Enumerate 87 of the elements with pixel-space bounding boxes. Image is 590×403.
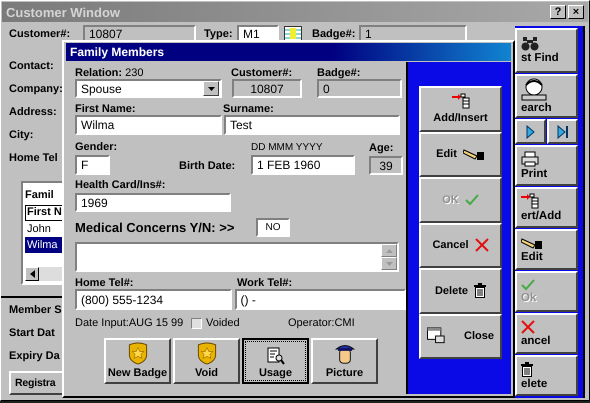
field-label: Health Card/Ins#:	[75, 179, 166, 191]
input-field[interactable]: 1969	[75, 193, 231, 212]
input-field[interactable]: () -	[234, 289, 406, 310]
side-button[interactable]: Delete	[419, 268, 502, 314]
field-label: Company:	[9, 83, 63, 97]
action-button[interactable]: Void	[173, 338, 240, 384]
side-button[interactable]: Cancel	[419, 222, 502, 268]
relation-code: 230	[125, 66, 144, 78]
printer-icon	[521, 151, 539, 168]
dropdown-arrow-icon	[208, 86, 214, 90]
cross-icon	[521, 320, 535, 334]
shield-icon	[128, 342, 148, 365]
field-label: Start Dat	[9, 326, 56, 341]
pencil-icon	[521, 236, 543, 250]
checkbox-label: Voided	[206, 317, 241, 329]
side-button[interactable]: Close	[419, 314, 502, 359]
field-label: Age:	[369, 142, 394, 154]
field-label: Address:	[9, 106, 58, 120]
date-format-hint: DD MMM YYYY	[251, 142, 324, 153]
field-label: First Name:	[75, 102, 137, 114]
skip-end-icon	[556, 124, 568, 139]
input-field[interactable]: Test	[224, 115, 400, 135]
input-field: 0	[317, 79, 402, 98]
help-button[interactable]: ?	[550, 5, 566, 19]
field-label: Customer#:	[231, 66, 294, 78]
field-label: Home Tel	[9, 152, 59, 166]
field-label: Gender:	[75, 141, 118, 153]
shield-icon	[196, 342, 216, 365]
last-button[interactable]	[547, 119, 578, 144]
input-field[interactable]: Wilma	[75, 115, 222, 135]
insert-row-icon	[452, 93, 470, 110]
field-label: Type:	[204, 28, 234, 40]
field-label: Work Tel#:	[237, 276, 292, 288]
list-title: Famil	[25, 189, 55, 203]
cross-icon	[474, 238, 489, 252]
date-input-text: Date Input:AUG 15 99	[75, 317, 184, 329]
toolbar-button[interactable]: ancel	[515, 313, 578, 354]
toolbar-button[interactable]: st Find	[515, 28, 578, 73]
action-button[interactable]: Usage	[242, 338, 309, 384]
field-label: Customer#:	[9, 28, 72, 40]
play-icon	[526, 124, 535, 139]
input-field: 39	[369, 156, 403, 175]
insert-row-icon	[521, 193, 539, 210]
field-label: Contact:	[9, 60, 55, 74]
toolbar-button[interactable]: Print	[515, 145, 578, 186]
field-label: Home Tel#:	[75, 276, 134, 288]
voided-checkbox[interactable]	[191, 318, 202, 328]
side-button[interactable]: Add/Insert	[419, 86, 502, 132]
input-field[interactable]: F	[75, 155, 110, 175]
field-label: Surname:	[223, 102, 274, 114]
dialog-title: Family Members	[70, 45, 164, 59]
trash-icon	[474, 283, 486, 298]
action-button[interactable]: New Badge	[104, 338, 171, 384]
officer-icon	[332, 342, 356, 365]
pencil-icon	[462, 147, 485, 162]
field-label: Birth Date:	[179, 160, 236, 174]
input-field: 10807	[232, 79, 302, 98]
operator-text: Operator:CMI	[288, 317, 355, 329]
check-icon	[521, 279, 535, 292]
side-button[interactable]: Edit	[419, 132, 502, 177]
left-arrow-icon[interactable]	[30, 270, 34, 278]
relation-dropdown[interactable]: Spouse	[75, 79, 222, 98]
action-button[interactable]: Picture	[311, 338, 378, 384]
binoculars-icon	[521, 36, 539, 51]
input-field[interactable]: (800) 555-1234	[75, 289, 232, 310]
field-label: Expiry Da	[9, 349, 61, 364]
document-search-icon	[266, 347, 284, 365]
trash-icon	[521, 362, 533, 377]
next-button[interactable]	[515, 119, 546, 144]
toolbar-button[interactable]: ert/Add	[515, 187, 578, 228]
close-button[interactable]: ×	[568, 5, 584, 19]
toolbar-button[interactable]: earch	[515, 74, 578, 118]
field-label: Relation:	[75, 66, 122, 78]
field-label: Member S	[9, 303, 63, 318]
input-field[interactable]: 1 FEB 1960	[251, 155, 355, 175]
registration-button[interactable]: Registra	[9, 371, 65, 395]
field-label: Medical Concerns Y/N: >>	[75, 220, 236, 235]
input-field[interactable]: NO	[256, 218, 290, 237]
window-icon	[427, 327, 446, 346]
check-icon	[464, 194, 479, 206]
toolbar-button[interactable]: Edit	[515, 229, 578, 270]
field-label: Badge#:	[312, 28, 356, 40]
window-title: Customer Window	[6, 4, 120, 20]
person-icon	[521, 77, 547, 102]
field-label: Badge#:	[317, 66, 360, 78]
field-label: City:	[9, 129, 34, 143]
toolbar-button[interactable]: elete	[515, 355, 578, 396]
